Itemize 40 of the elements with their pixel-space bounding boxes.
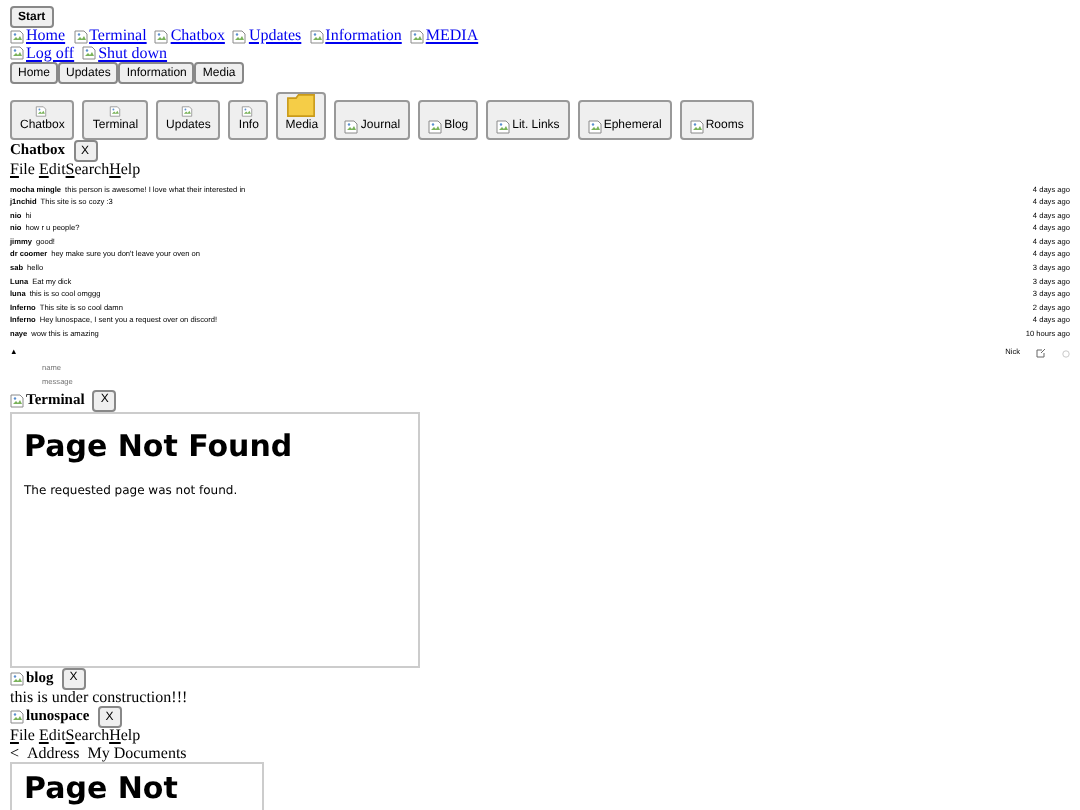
- menu-item[interactable]: File: [10, 728, 35, 746]
- menu-item[interactable]: Edit: [38, 162, 66, 179]
- broken-image-icon: [10, 710, 24, 725]
- page-heading: Page Not Found: [24, 429, 295, 464]
- broken-image-icon: [689, 120, 704, 134]
- link[interactable]: Terminal: [73, 28, 147, 45]
- link[interactable]: Log off: [10, 45, 75, 62]
- address-label: Address: [27, 745, 80, 763]
- edit-icon[interactable]: [1036, 348, 1046, 359]
- menu-item[interactable]: Search: [65, 162, 110, 179]
- link[interactable]: Chatbox: [154, 28, 225, 45]
- broken-image-icon: [180, 106, 195, 117]
- link[interactable]: Updates: [232, 28, 302, 45]
- broken-image-icon: [428, 120, 443, 134]
- menu-item[interactable]: File: [10, 162, 35, 179]
- back-button[interactable]: <: [10, 745, 20, 763]
- broken-image-icon: [240, 106, 255, 117]
- broken-image-icon: [344, 120, 359, 134]
- link[interactable]: Information: [309, 28, 402, 45]
- broken-image-icon: [409, 29, 424, 44]
- menu-item[interactable]: Help: [109, 728, 141, 746]
- broken-image-icon: [10, 671, 24, 686]
- broken-image-icon: [107, 106, 122, 117]
- broken-image-icon: [232, 29, 247, 44]
- menu-item[interactable]: Help: [109, 162, 141, 179]
- broken-image-icon: [496, 120, 511, 134]
- link[interactable]: Home: [10, 28, 66, 45]
- menu-item[interactable]: Search: [65, 728, 110, 746]
- link[interactable]: MEDIA: [409, 28, 479, 45]
- menu-item[interactable]: Edit: [38, 728, 66, 746]
- folder-icon: [284, 94, 319, 117]
- broken-image-icon: [154, 29, 169, 44]
- address-text: My Documents: [87, 745, 187, 763]
- link[interactable]: Shut down: [82, 45, 168, 62]
- broken-image-icon: [10, 393, 24, 408]
- blog-text: this is under construction!!!: [10, 689, 190, 707]
- broken-image-icon: [587, 120, 602, 134]
- page-heading: Page Not: [24, 772, 180, 807]
- broken-image-icon: [34, 106, 49, 117]
- broken-image-icon: [309, 29, 324, 44]
